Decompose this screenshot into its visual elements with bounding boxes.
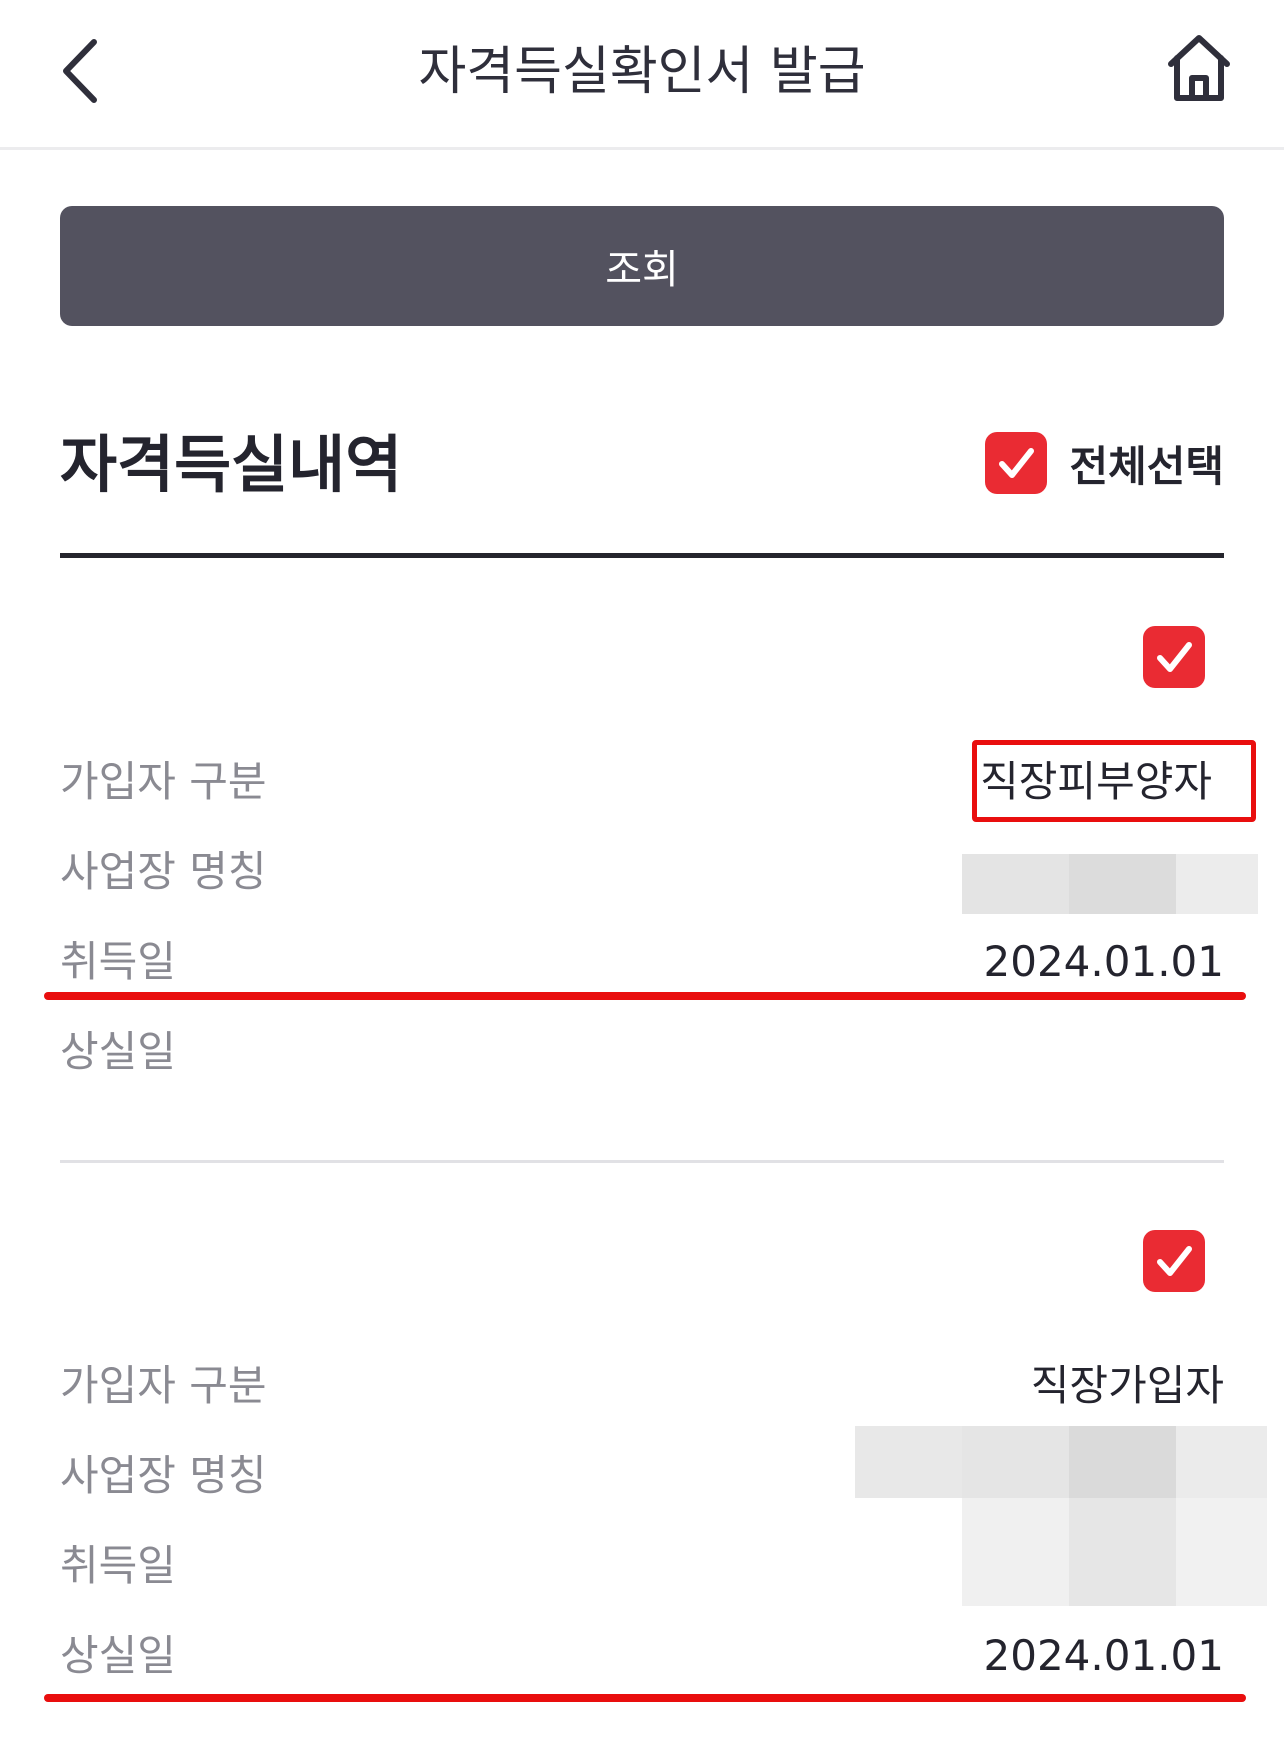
record-2-loss-date-value: 2024.01.01 <box>983 1631 1224 1680</box>
checkmark-icon <box>999 448 1035 478</box>
record-2-subscriber-type-value: 직장가입자 <box>1030 1361 1224 1410</box>
record-1-acquisition-date-label: 취득일 <box>60 937 176 986</box>
annotation-underline <box>44 992 1246 1000</box>
record-2-loss-date-label: 상실일 <box>60 1631 176 1680</box>
annotation-underline <box>44 1694 1246 1702</box>
select-all-toggle[interactable]: 전체선택 <box>985 432 1224 494</box>
section-divider <box>60 553 1224 558</box>
record-2-checkbox[interactable] <box>1143 1230 1205 1292</box>
annotation-highlight-box <box>972 740 1256 822</box>
home-icon[interactable] <box>1165 32 1233 104</box>
record-1-subscriber-type-label: 가입자 구분 <box>60 757 267 806</box>
lookup-button[interactable]: 조회 <box>60 206 1224 326</box>
record-1-workplace-name-redacted <box>962 854 1258 914</box>
page-title: 자격득실확인서 발급 <box>418 42 866 102</box>
record-1-workplace-name-label: 사업장 명칭 <box>60 847 267 896</box>
record-1-acquisition-date-value: 2024.01.01 <box>983 937 1224 986</box>
section-title: 자격득실내역 <box>60 428 403 501</box>
checkmark-icon <box>1157 1246 1192 1276</box>
record-2-acquisition-date-label: 취득일 <box>60 1541 176 1590</box>
record-2-workplace-name-label: 사업장 명칭 <box>60 1451 267 1500</box>
lookup-button-label: 조회 <box>605 247 679 293</box>
app-header: 자격득실확인서 발급 <box>0 0 1284 150</box>
record-divider <box>60 1160 1224 1163</box>
record-1-checkbox[interactable] <box>1143 626 1205 688</box>
record-2-workplace-name-redacted <box>855 1426 1267 1606</box>
record-1-loss-date-label: 상실일 <box>60 1027 176 1076</box>
checkmark-icon <box>1157 642 1192 672</box>
record-2-subscriber-type-label: 가입자 구분 <box>60 1361 267 1410</box>
select-all-label: 전체선택 <box>1069 441 1224 491</box>
select-all-checkbox[interactable] <box>985 432 1048 494</box>
